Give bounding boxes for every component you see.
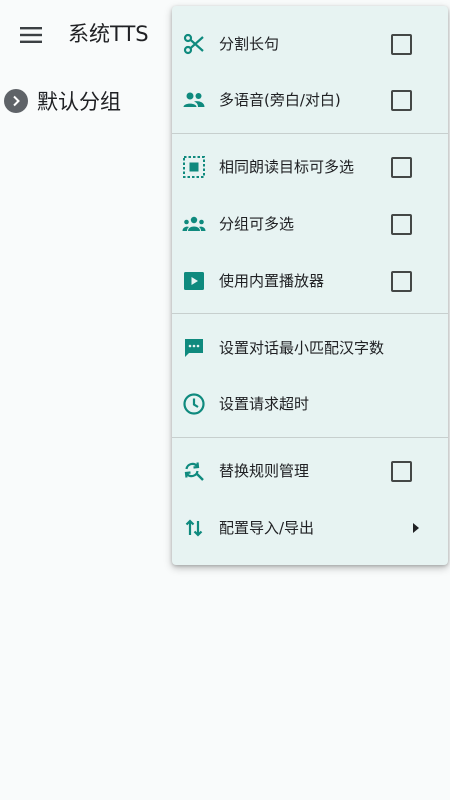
- menu-item-config-import-export[interactable]: 配置导入/导出: [172, 500, 448, 556]
- menu-item-builtin-player[interactable]: 使用内置播放器: [172, 253, 448, 309]
- menu-item-dialog-min-chars[interactable]: 设置对话最小匹配汉字数: [172, 320, 448, 376]
- menu-divider: [172, 437, 448, 438]
- menu-item-label: 配置导入/导出: [219, 519, 315, 537]
- overflow-menu: 分割长句 多语音(旁白/对白) 相同朗读目标可多选 分组可多选 使用内置播放器 …: [172, 6, 448, 565]
- checkbox[interactable]: [391, 90, 412, 111]
- hamburger-menu-icon[interactable]: [14, 18, 48, 52]
- menu-item-split-sentences[interactable]: 分割长句: [172, 16, 448, 72]
- checkbox[interactable]: [391, 214, 412, 235]
- menu-divider: [172, 133, 448, 134]
- import-export-icon: [182, 516, 206, 540]
- groups-icon: [182, 212, 206, 236]
- submenu-arrow-icon: [410, 516, 422, 540]
- menu-item-multi-voice[interactable]: 多语音(旁白/对白): [172, 72, 448, 128]
- menu-item-label: 分组可多选: [219, 215, 295, 233]
- play-box-icon: [182, 269, 206, 293]
- menu-item-label: 分割长句: [219, 35, 280, 53]
- chevron-right-circle-icon[interactable]: [4, 89, 28, 113]
- menu-item-label: 相同朗读目标可多选: [219, 158, 355, 176]
- find-replace-icon: [182, 459, 206, 483]
- checkbox[interactable]: [391, 34, 412, 55]
- menu-item-label: 替换规则管理: [219, 462, 310, 480]
- select-all-icon: [182, 155, 206, 179]
- menu-item-same-target-multiselect[interactable]: 相同朗读目标可多选: [172, 139, 448, 195]
- chat-bubble-icon: [182, 336, 206, 360]
- people-icon: [182, 88, 206, 112]
- menu-divider: [172, 313, 448, 314]
- checkbox[interactable]: [391, 157, 412, 178]
- scissors-icon: [182, 32, 206, 56]
- clock-icon: [182, 392, 206, 416]
- group-header-default[interactable]: 默认分组: [4, 86, 121, 116]
- menu-item-label: 设置对话最小匹配汉字数: [219, 339, 385, 357]
- menu-item-group-multiselect[interactable]: 分组可多选: [172, 196, 448, 252]
- checkbox[interactable]: [391, 461, 412, 482]
- menu-item-label: 多语音(旁白/对白): [219, 91, 341, 109]
- checkbox[interactable]: [391, 271, 412, 292]
- menu-item-replace-rules[interactable]: 替换规则管理: [172, 443, 448, 499]
- app-title: 系统TTS: [68, 22, 149, 46]
- menu-item-request-timeout[interactable]: 设置请求超时: [172, 376, 448, 432]
- group-label: 默认分组: [37, 90, 121, 114]
- menu-item-label: 设置请求超时: [219, 395, 310, 413]
- menu-item-label: 使用内置播放器: [219, 272, 325, 290]
